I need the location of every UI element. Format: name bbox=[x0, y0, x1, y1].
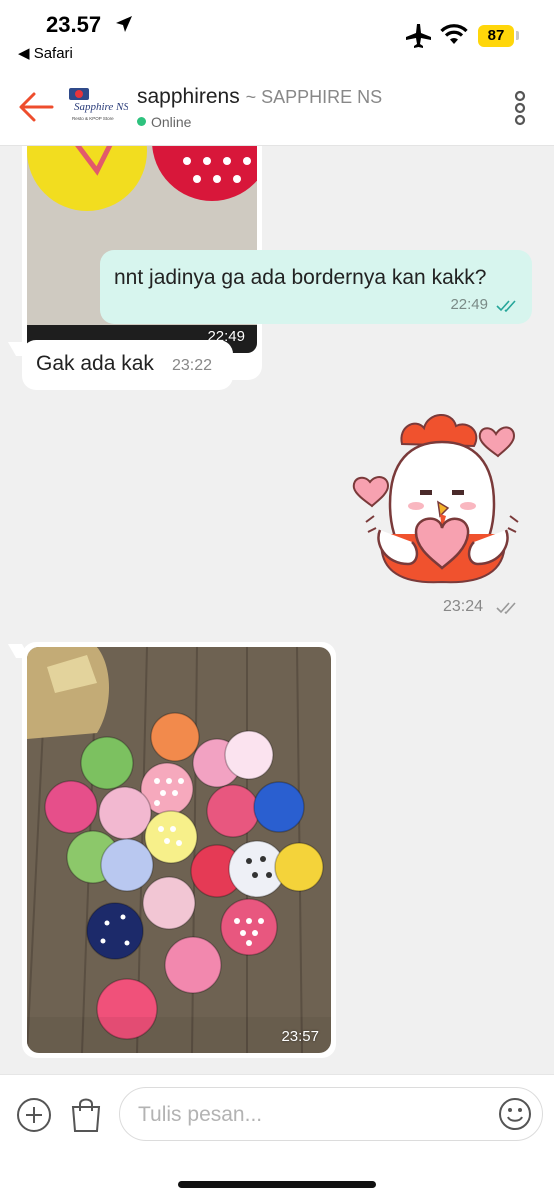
back-arrow-icon[interactable] bbox=[16, 90, 56, 124]
incoming-message[interactable]: Gak ada kak 23:22 bbox=[22, 340, 233, 390]
more-options-icon[interactable] bbox=[508, 90, 532, 126]
avatar-logo-text: Sapphire NS bbox=[74, 101, 128, 113]
emoji-icon[interactable] bbox=[497, 1096, 533, 1132]
back-to-safari-link[interactable]: ◀ Safari bbox=[18, 44, 73, 62]
add-attachment-icon[interactable] bbox=[16, 1097, 52, 1133]
message-time: 23:22 bbox=[172, 357, 213, 374]
read-double-check-icon bbox=[496, 300, 516, 313]
image-message[interactable]: 23:57 bbox=[22, 642, 336, 1058]
message-input-wrapper[interactable] bbox=[119, 1087, 543, 1141]
sent-double-check-icon bbox=[496, 602, 516, 615]
status-bar: 23.57 ◀ Safari 87 bbox=[0, 0, 554, 70]
outgoing-message[interactable]: nnt jadinya ga ada bordernya kan kakk? 2… bbox=[100, 250, 532, 324]
shop-avatar[interactable]: Sapphire NS Resto & KPOP Store bbox=[66, 84, 129, 126]
avatar-sub-text: Resto & KPOP Store bbox=[72, 116, 114, 121]
online-status: Online bbox=[137, 114, 191, 130]
sticker-time: 23:24 bbox=[443, 598, 484, 615]
status-time: 23.57 bbox=[46, 12, 102, 37]
location-arrow-icon bbox=[116, 16, 132, 32]
online-status-label: Online bbox=[151, 114, 192, 130]
chicken-holding-heart-sticker[interactable] bbox=[346, 404, 530, 590]
message-photo[interactable]: 23:57 bbox=[27, 647, 331, 1053]
message-time: 23:57 bbox=[281, 1028, 319, 1045]
message-input[interactable] bbox=[138, 1100, 478, 1130]
home-indicator bbox=[178, 1181, 376, 1188]
shop-display-name: ~ SAPPHIRE NS bbox=[245, 87, 383, 107]
online-dot-icon bbox=[137, 117, 146, 126]
message-time: 22:49 bbox=[450, 296, 488, 313]
shopping-bag-icon[interactable] bbox=[68, 1095, 104, 1133]
shop-username: sapphirens bbox=[137, 85, 240, 108]
chat-partner-name[interactable]: sapphirens ~ SAPPHIRE NS bbox=[137, 85, 382, 109]
message-text: nnt jadinya ga ada bordernya kan kakk? bbox=[114, 266, 487, 289]
chat-header: Sapphire NS Resto & KPOP Store sapphiren… bbox=[0, 70, 554, 146]
message-text: Gak ada kak bbox=[36, 352, 154, 375]
airplane-mode-icon bbox=[406, 24, 431, 48]
battery-tip bbox=[516, 31, 519, 40]
wifi-icon bbox=[440, 24, 468, 44]
battery-level: 87 bbox=[478, 25, 514, 47]
message-list[interactable]: 22:49 nnt jadinya ga ada bordernya kan k… bbox=[0, 146, 554, 1074]
